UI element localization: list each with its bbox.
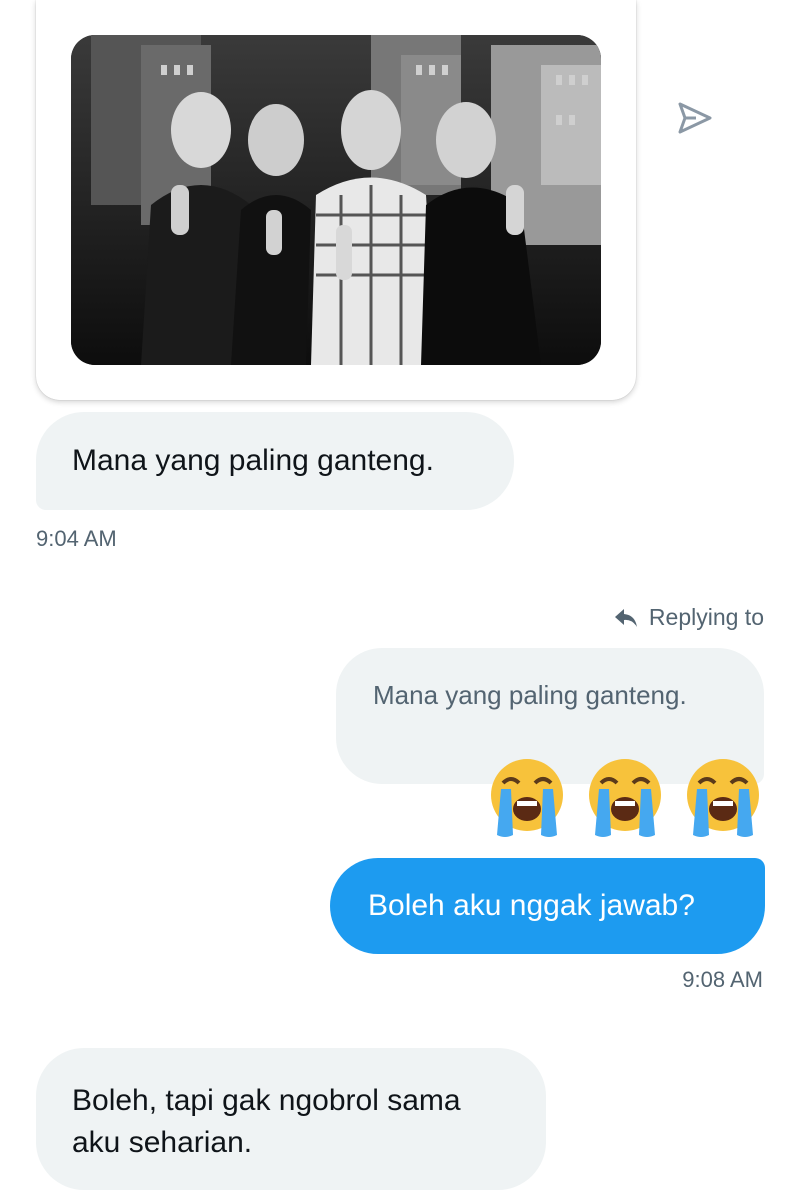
message-timestamp: 9:08 AM	[682, 967, 763, 992]
replying-to-indicator[interactable]: Replying to	[613, 604, 764, 631]
reply-arrow-icon	[614, 608, 637, 627]
quoted-text: Mana yang paling ganteng.	[373, 680, 687, 710]
message-text: Mana yang paling ganteng.	[72, 444, 434, 477]
loudly-crying-face-icon	[687, 759, 759, 837]
loudly-crying-face-icon	[491, 759, 563, 837]
replying-to-label: Replying to	[648, 604, 764, 630]
media-message-card[interactable]	[36, 0, 636, 400]
reaction-emojis	[485, 755, 765, 839]
loudly-crying-face-icon	[589, 759, 661, 837]
message-text: Boleh aku nggak jawab?	[368, 889, 695, 922]
incoming-message[interactable]: Mana yang paling ganteng.	[36, 412, 514, 510]
photo-four-people	[71, 35, 601, 365]
attached-photo[interactable]	[71, 35, 601, 365]
outgoing-message[interactable]: Boleh aku nggak jawab?	[330, 858, 765, 954]
share-icon[interactable]	[674, 98, 714, 138]
incoming-message[interactable]: Boleh, tapi gak ngobrol sama aku seharia…	[36, 1048, 546, 1190]
dm-conversation: Mana yang paling ganteng. 9:04 AM Replyi…	[0, 0, 800, 1200]
message-timestamp: 9:04 AM	[36, 526, 117, 551]
message-text: Boleh, tapi gak ngobrol sama aku seharia…	[72, 1084, 461, 1159]
